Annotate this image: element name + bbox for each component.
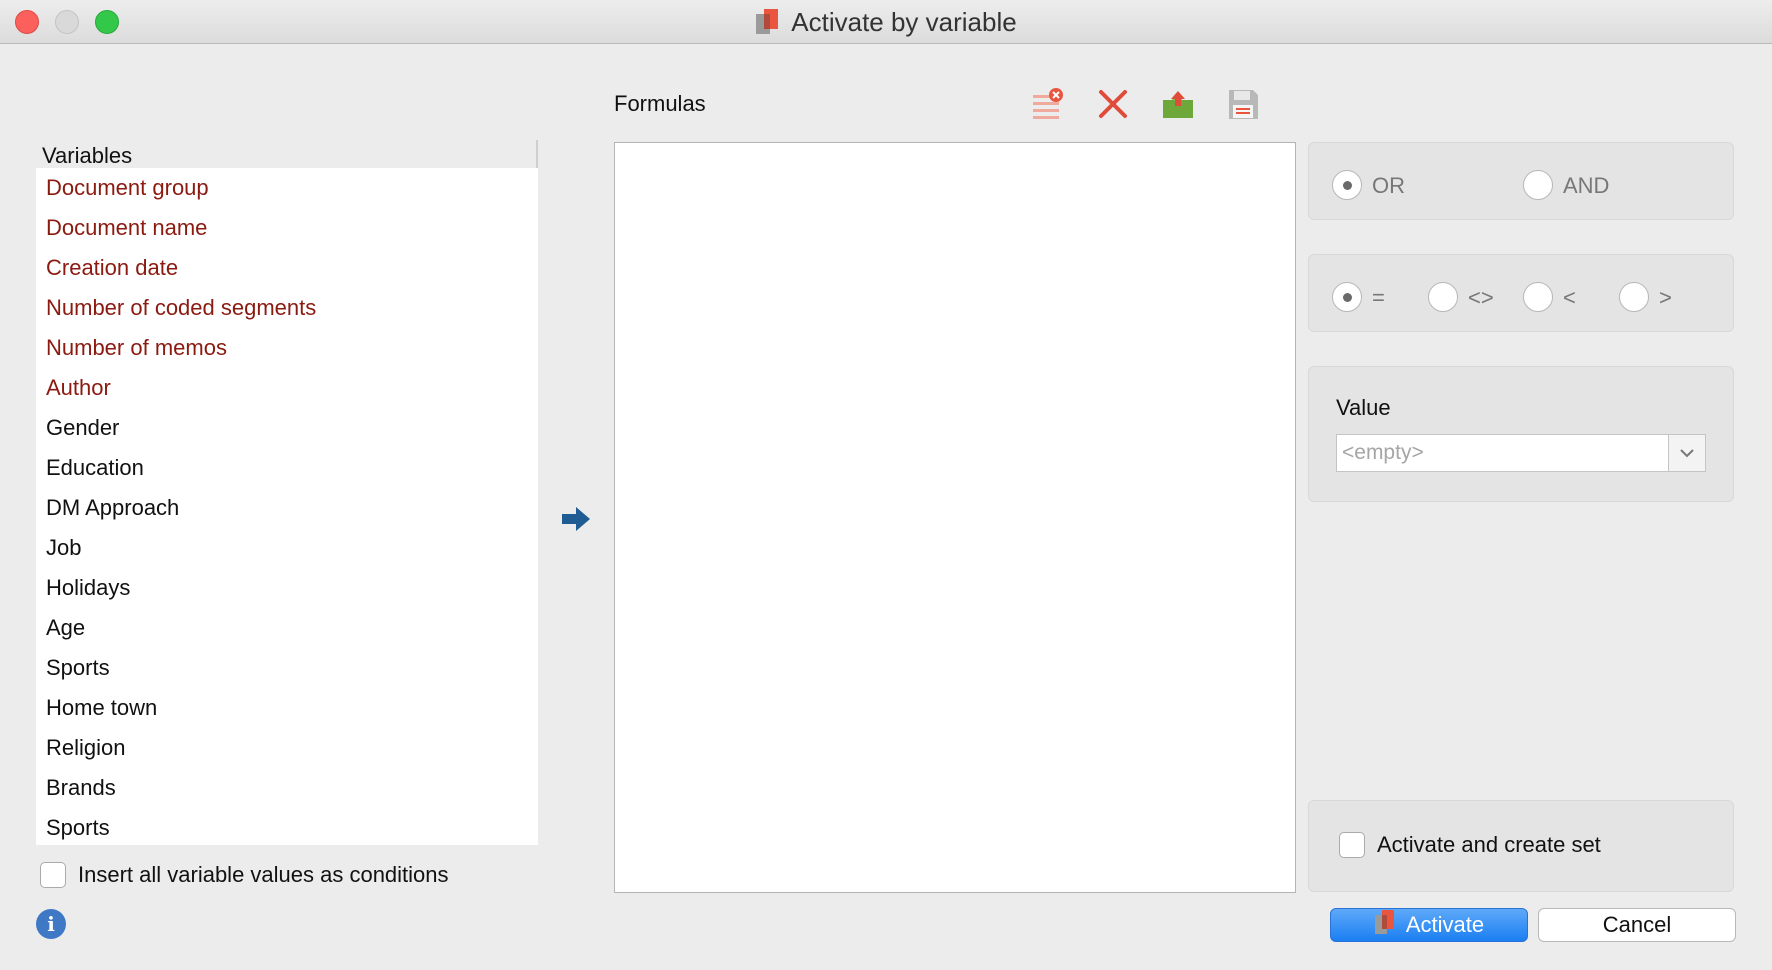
info-icon[interactable]: i [36,909,66,939]
cancel-button[interactable]: Cancel [1538,908,1736,942]
dialog-window: Activate by variable Variables Document … [0,0,1772,970]
not-equal-label: <> [1468,285,1494,310]
delete-icon[interactable] [1095,86,1131,122]
variable-list-item[interactable]: Holidays [36,568,538,608]
maxqda-activate-icon [755,8,781,36]
variables-header-label: Variables [42,143,133,168]
equals-radio[interactable] [1332,282,1362,312]
greater-than-label: > [1659,285,1672,310]
value-placeholder: <empty> [1342,441,1424,464]
activate-set-panel: Activate and create set [1308,800,1734,892]
variable-list-item[interactable]: Sports [36,648,538,688]
insert-all-row[interactable]: Insert all variable values as conditions [40,862,449,888]
variable-list-item[interactable]: Number of coded segments [36,288,538,328]
variable-list-item[interactable]: Author [36,368,538,408]
variable-list-item[interactable]: Education [36,448,538,488]
variable-list-item[interactable]: Religion [36,728,538,768]
variable-list-item[interactable]: Brands [36,768,538,808]
variable-list-item[interactable]: Document name [36,208,538,248]
or-label: OR [1372,173,1405,198]
value-label: Value [1336,395,1391,420]
variable-list-item[interactable]: Document group [36,168,538,208]
window-title: Activate by variable [791,6,1017,37]
variable-list-item[interactable]: DM Approach [36,488,538,528]
less-than-radio[interactable] [1523,282,1553,312]
variable-list-item[interactable]: Job [36,528,538,568]
value-panel: Value <empty> [1308,366,1734,502]
window-title-group: Activate by variable [0,0,1772,44]
formulas-list[interactable] [614,142,1296,893]
variable-list-item[interactable]: Creation date [36,248,538,288]
variable-list-item[interactable]: Gender [36,408,538,448]
add-to-formula-arrow-icon[interactable] [560,505,592,533]
and-label: AND [1563,173,1610,198]
chevron-down-icon[interactable] [1668,435,1705,471]
open-icon[interactable] [1160,86,1196,122]
formulas-label: Formulas [614,91,706,116]
activate-set-checkbox[interactable] [1339,832,1365,858]
value-combobox[interactable]: <empty> [1336,434,1706,472]
clear-list-icon[interactable] [1030,86,1066,122]
logic-panel: OR AND [1308,142,1734,220]
insert-all-label: Insert all variable values as conditions [78,862,449,887]
activate-set-row[interactable]: Activate and create set [1339,832,1601,858]
activate-button[interactable]: Activate [1330,908,1528,942]
activate-button-label: Activate [1405,912,1485,937]
variable-list-item[interactable]: Age [36,608,538,648]
or-radio[interactable] [1332,170,1362,200]
less-than-label: < [1563,285,1576,310]
save-icon[interactable] [1225,86,1261,122]
equals-label: = [1372,285,1385,310]
variable-list-item[interactable]: Sports [36,808,538,845]
activate-set-label: Activate and create set [1377,832,1601,857]
variables-column-header[interactable]: Variables [36,140,538,168]
variables-list[interactable]: Document group Document name Creation date… [36,168,538,845]
not-equal-radio[interactable] [1428,282,1458,312]
title-bar: Activate by variable [0,0,1772,44]
maxqda-activate-icon [1374,909,1396,941]
operator-panel: = <> < > [1308,254,1734,332]
greater-than-radio[interactable] [1619,282,1649,312]
cancel-button-label: Cancel [1602,912,1672,937]
variable-list-item[interactable]: Number of memos [36,328,538,368]
variable-list-item[interactable]: Home town [36,688,538,728]
insert-all-checkbox[interactable] [40,862,66,888]
and-radio[interactable] [1523,170,1553,200]
